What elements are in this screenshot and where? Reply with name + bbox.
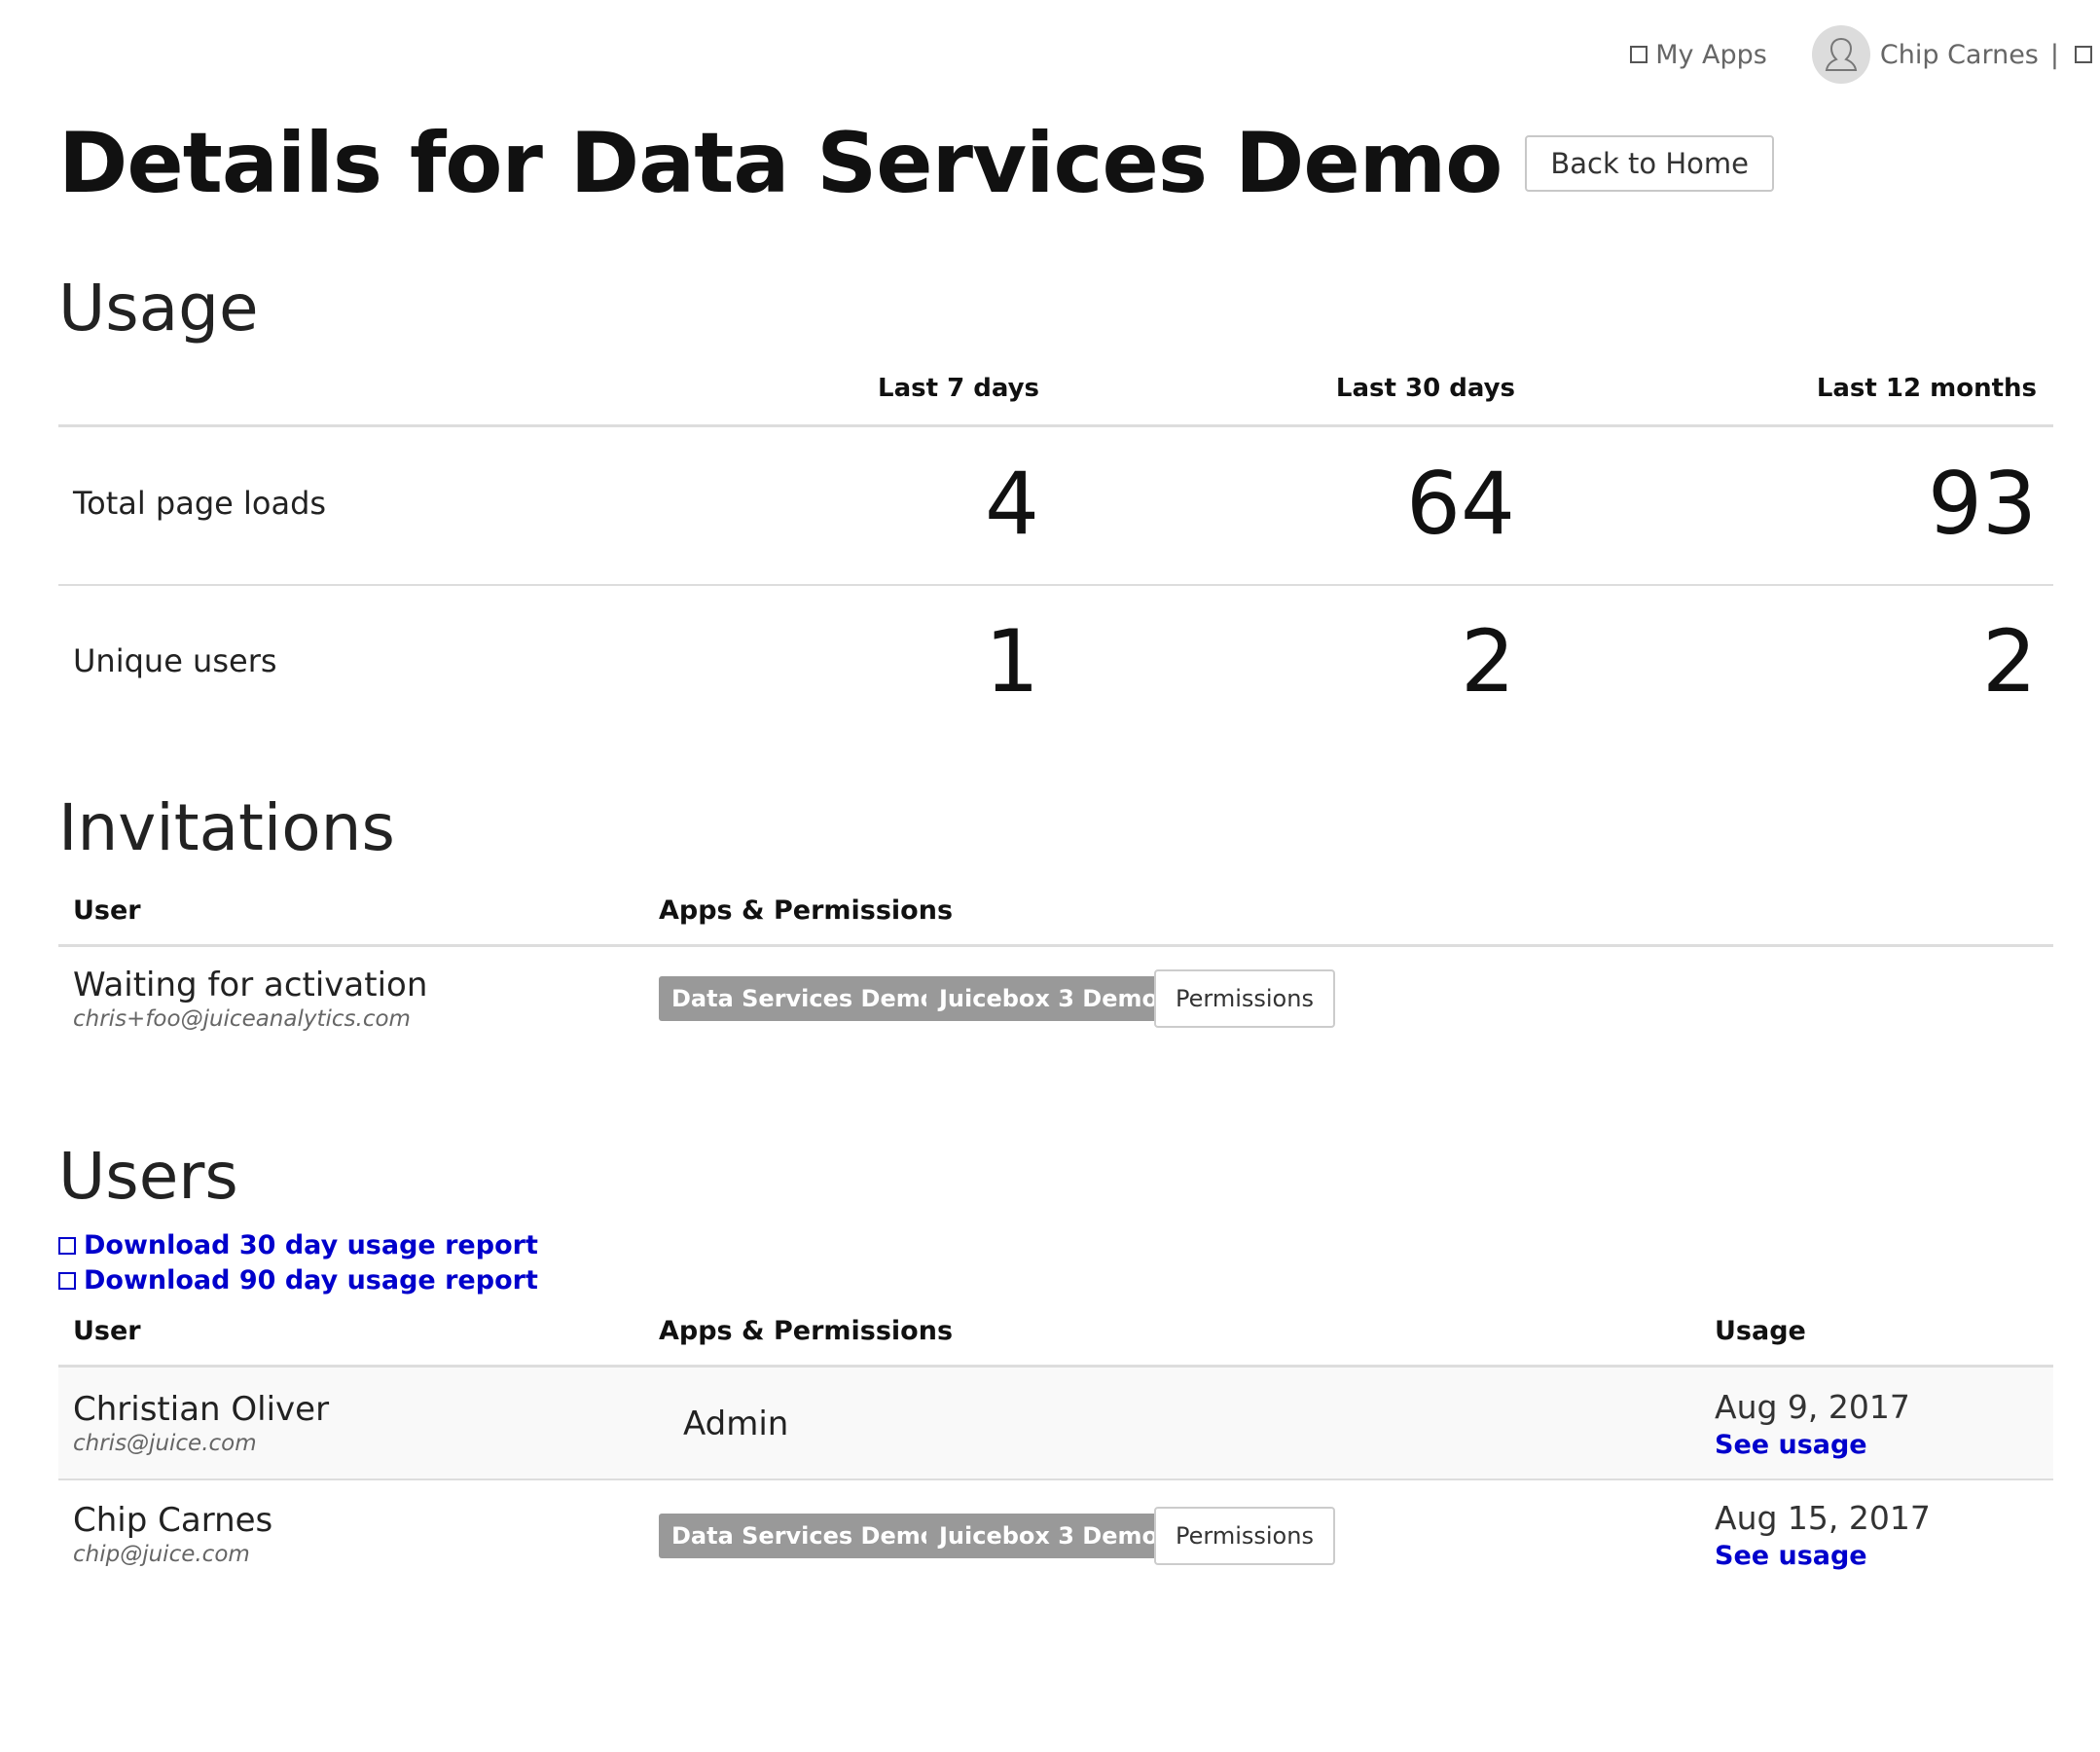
invitations-heading: Invitations [58,790,395,865]
app-badge-juicebox-3-demo: Juicebox 3 Demo [926,1514,1171,1558]
users-col-usage: Usage [1715,1316,1806,1346]
invitation-user-email: chris+foo@juiceanalytics.com [73,1006,411,1032]
app-badge-data-services-demo: Data Services Demo [659,1514,950,1558]
title-row: Details for Data Services Demo Back to H… [58,115,1774,212]
logout-link[interactable] [2075,46,2100,63]
users-col-apps: Apps & Permissions [659,1316,954,1346]
user-avatar-icon[interactable] [1811,25,1870,84]
value-7-days: 1 [985,611,1039,712]
col-last-30-days: Last 30 days [1335,374,1515,403]
square-icon [58,1271,76,1290]
permissions-button[interactable]: Permissions [1154,969,1335,1028]
divider [58,944,2053,947]
value-7-days: 4 [985,454,1039,554]
users-col-user: User [73,1316,141,1346]
usage-row-page-loads: Total page loads 4 64 93 [58,428,2053,584]
user-name: Christian Oliver [73,1390,330,1429]
download-90-label: Download 90 day usage report [84,1265,538,1296]
last-usage-date: Aug 15, 2017 [1715,1499,1931,1537]
value-30-days: 64 [1406,454,1515,554]
person-icon [1825,37,1858,71]
my-apps-label: My Apps [1655,39,1767,70]
col-last-7-days: Last 7 days [878,374,1039,403]
square-icon [2075,46,2092,63]
square-icon [1630,46,1648,63]
user-menu-name[interactable]: Chip Carnes [1880,40,2039,70]
see-usage-link[interactable]: See usage [1715,1541,1867,1571]
user-email: chip@juice.com [73,1542,250,1567]
row-label: Total page loads [73,485,327,522]
users-heading: Users [58,1139,238,1214]
permissions-button[interactable]: Permissions [1154,1507,1335,1565]
invitation-user-status: Waiting for activation [73,966,428,1004]
row-label: Unique users [73,642,277,679]
page-title: Details for Data Services Demo [58,115,1503,212]
invitations-col-user: User [73,895,141,926]
usage-heading: Usage [58,271,259,346]
nav-separator: | [2049,39,2059,70]
app-badge-data-services-demo: Data Services Demo [659,976,950,1021]
value-30-days: 2 [1461,611,1515,712]
user-email: chris@juice.com [73,1431,257,1456]
see-usage-link[interactable]: See usage [1715,1430,1867,1460]
divider [58,424,2053,427]
back-to-home-button[interactable]: Back to Home [1525,135,1774,192]
download-90-day-report-link[interactable]: Download 90 day usage report [58,1265,538,1296]
top-nav: My Apps Chip Carnes | [1630,25,2100,84]
value-12-months: 93 [1928,454,2037,554]
value-12-months: 2 [1982,611,2037,712]
download-30-day-report-link[interactable]: Download 30 day usage report [58,1230,538,1260]
invitations-col-apps: Apps & Permissions [659,895,954,926]
divider [58,1478,2053,1480]
usage-row-unique-users: Unique users 1 2 2 [58,586,2053,742]
app-badge-juicebox-3-demo: Juicebox 3 Demo [926,976,1171,1021]
download-30-label: Download 30 day usage report [84,1230,538,1260]
user-name: Chip Carnes [73,1501,273,1540]
my-apps-link[interactable]: My Apps [1630,40,1767,70]
col-last-12-months: Last 12 months [1816,374,2037,403]
square-icon [58,1236,76,1255]
last-usage-date: Aug 9, 2017 [1715,1388,1910,1426]
user-role: Admin [683,1405,789,1443]
